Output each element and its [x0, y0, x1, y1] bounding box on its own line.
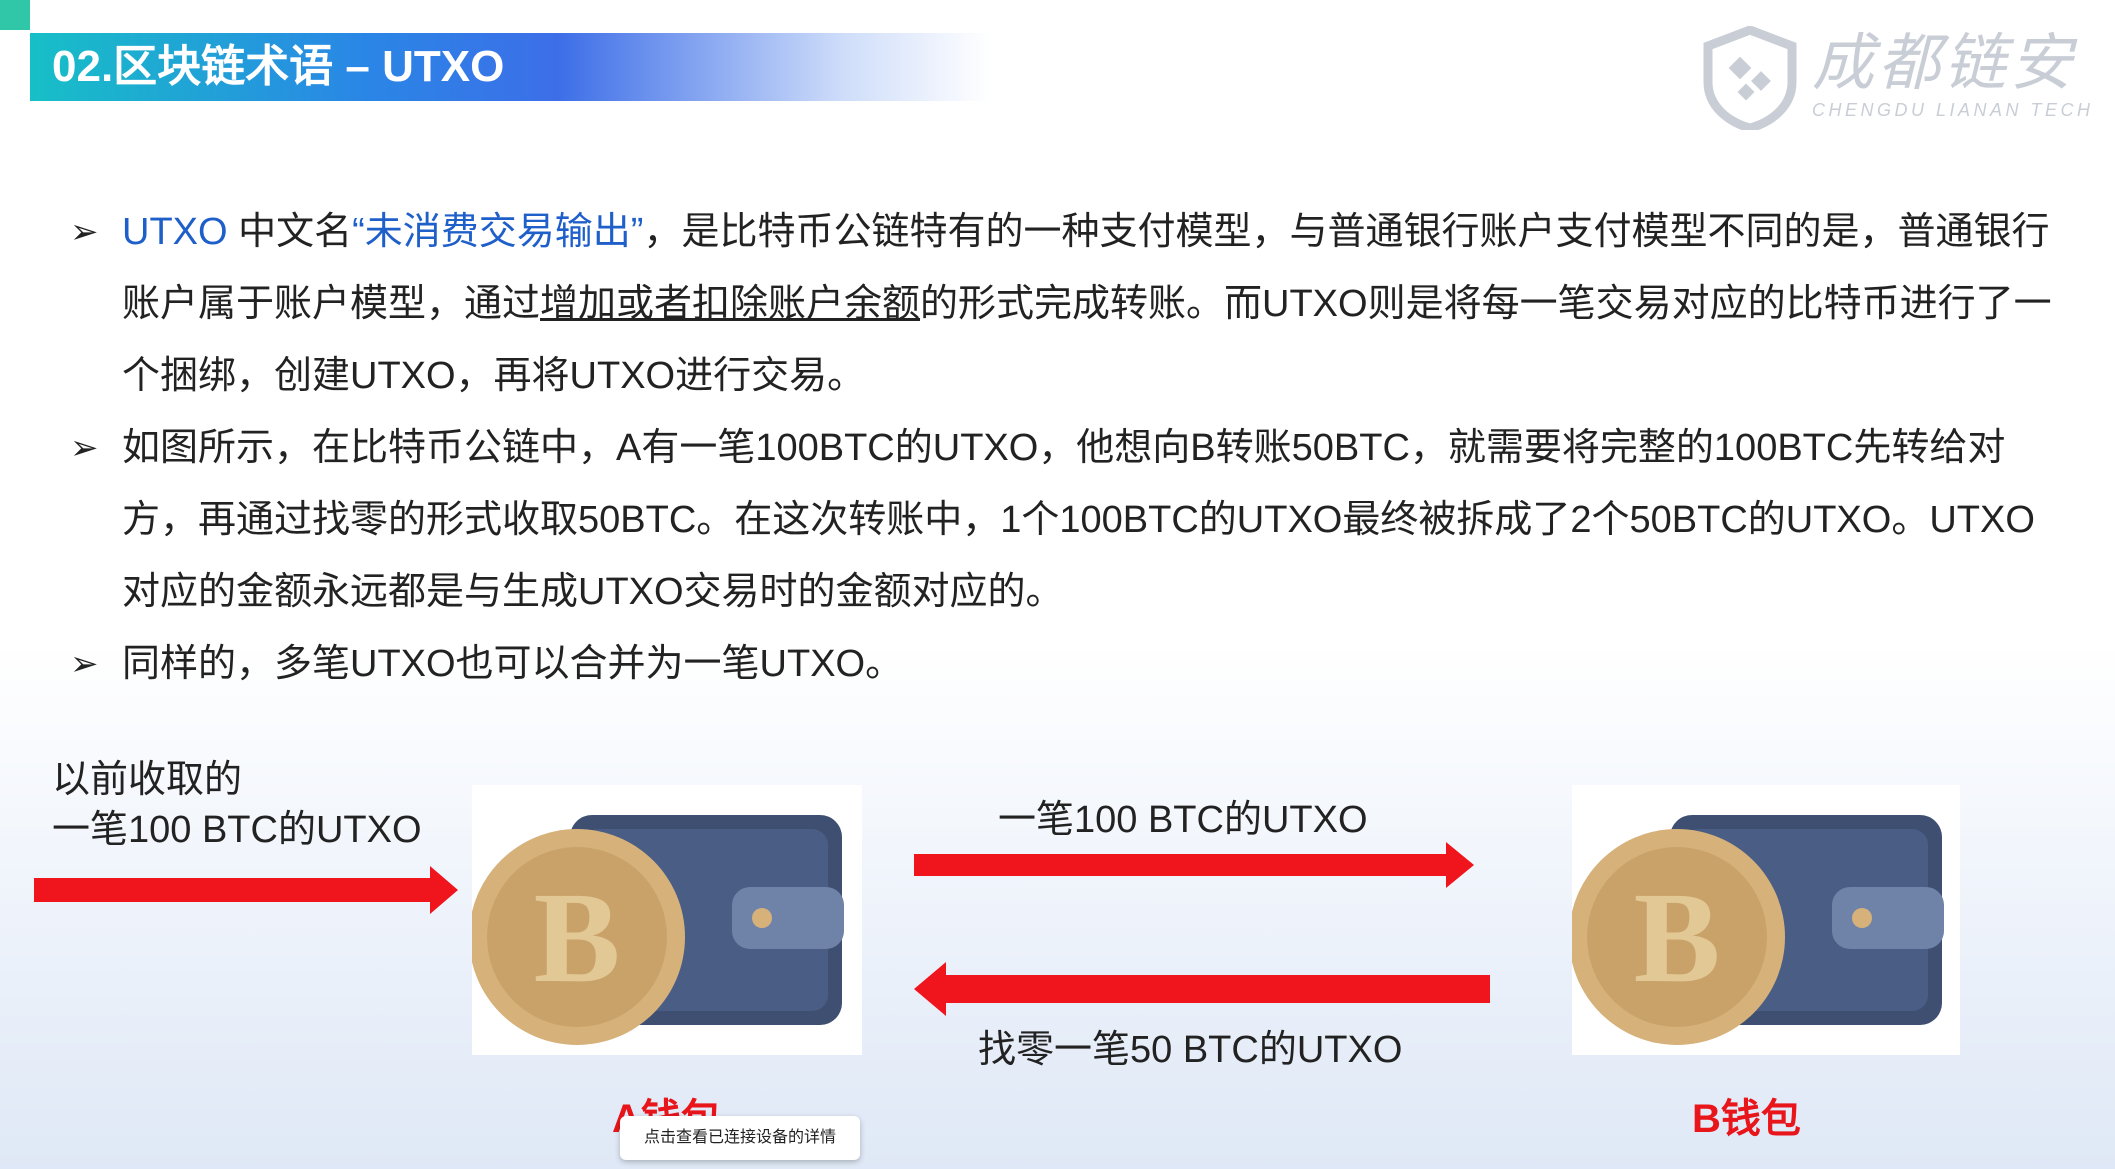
wallet-a-image: B	[469, 785, 862, 1055]
bullet-text: 如图所示，在比特币公链中，A有一笔100BTC的UTXO，他想向B转账50BTC…	[122, 427, 2035, 613]
to-b-arrow	[914, 842, 1474, 888]
bitcoin-wallet-icon: B	[1569, 815, 1944, 1045]
svg-text:B: B	[1634, 866, 1721, 1010]
change-label: 找零一笔50 BTC的UTXO	[978, 1029, 1403, 1071]
underlined-phrase: 增加或者扣除账户余额	[540, 283, 921, 325]
slide-title: 02.区块链术语 – UTXO	[52, 42, 505, 91]
arrow-bullet-icon: ➢	[70, 645, 99, 683]
bullet-text: 同样的，多笔UTXO也可以合并为一笔UTXO。	[122, 643, 904, 685]
to-b-label: 一笔100 BTC的UTXO	[998, 799, 1368, 841]
svg-text:B: B	[534, 866, 621, 1010]
bullet-item-2: ➢ 如图所示，在比特币公链中，A有一笔100BTC的UTXO，他想向B转账50B…	[70, 412, 2060, 628]
wallet-b-image: B	[1569, 785, 1960, 1055]
company-logo: 成都链安 CHENGDU LIANAN TECH	[1700, 26, 2090, 130]
bullet-text: 中文名	[227, 211, 353, 253]
logo-name-en: CHENGDU LIANAN TECH	[1812, 100, 2094, 120]
wallet-b-label: B钱包	[1692, 1097, 1801, 1141]
incoming-label-line2: 一笔100 BTC的UTXO	[52, 809, 422, 851]
arrow-bullet-icon: ➢	[70, 429, 99, 467]
shield-logo-icon	[1703, 26, 1797, 130]
change-arrow	[914, 962, 1490, 1016]
bullet-item-3: ➢ 同样的，多笔UTXO也可以合并为一笔UTXO。	[70, 628, 2060, 700]
incoming-label-line1: 以前收取的	[52, 759, 243, 801]
utxo-term: UTXO	[122, 211, 228, 253]
utxo-chinese-name: “未消费交易输出”	[352, 211, 644, 253]
bitcoin-wallet-icon: B	[469, 815, 844, 1045]
incoming-arrow	[34, 866, 458, 914]
bullet-list: ➢ UTXO 中文名“未消费交易输出”，是比特币公链特有的一种支付模型，与普通银…	[70, 196, 2060, 700]
device-details-tooltip[interactable]: 点击查看已连接设备的详情	[620, 1116, 860, 1160]
corner-accent	[0, 0, 30, 30]
logo-name-cn: 成都链安	[1812, 29, 2077, 98]
bullet-item-1: ➢ UTXO 中文名“未消费交易输出”，是比特币公链特有的一种支付模型，与普通银…	[70, 196, 2060, 412]
arrow-bullet-icon: ➢	[70, 213, 99, 251]
